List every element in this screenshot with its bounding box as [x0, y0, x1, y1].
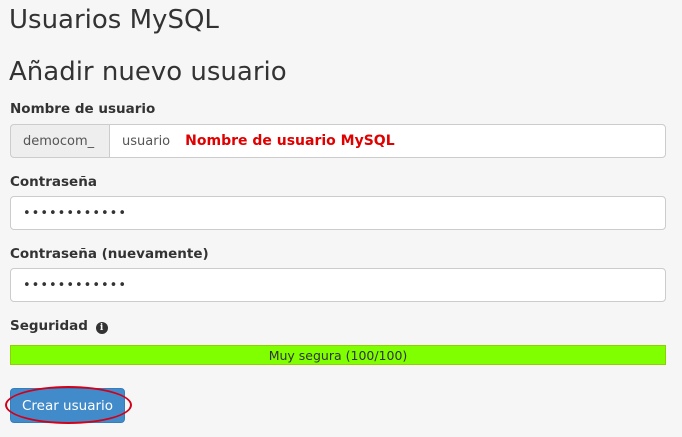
username-value: usuario [122, 133, 171, 149]
create-user-button[interactable]: Crear usuario [10, 388, 125, 423]
password-confirm-input[interactable]: •••••••••••• [10, 268, 666, 302]
password-label: Contraseña [10, 174, 97, 190]
password-confirm-value: •••••••••••• [23, 277, 128, 293]
password-value: •••••••••••• [23, 205, 128, 221]
page-title: Usuarios MySQL [9, 5, 219, 35]
username-input[interactable]: usuario Nombre de usuario MySQL [109, 124, 666, 158]
strength-text: Muy segura (100/100) [268, 347, 408, 363]
username-label: Nombre de usuario [10, 101, 156, 117]
username-prefix: democom_ [10, 124, 109, 158]
section-title: Añadir nuevo usuario [9, 57, 287, 87]
info-circle-icon[interactable]: i [95, 322, 108, 334]
password-input[interactable]: •••••••••••• [10, 196, 666, 230]
username-annotation: Nombre de usuario MySQL [185, 133, 395, 149]
username-input-group: democom_ usuario Nombre de usuario MySQL [10, 124, 666, 158]
strength-label-row: Seguridad i [10, 318, 108, 334]
strength-label: Seguridad [10, 318, 88, 334]
password-strength-bar: Muy segura (100/100) [10, 345, 666, 365]
password-confirm-label: Contraseña (nuevamente) [10, 246, 209, 262]
